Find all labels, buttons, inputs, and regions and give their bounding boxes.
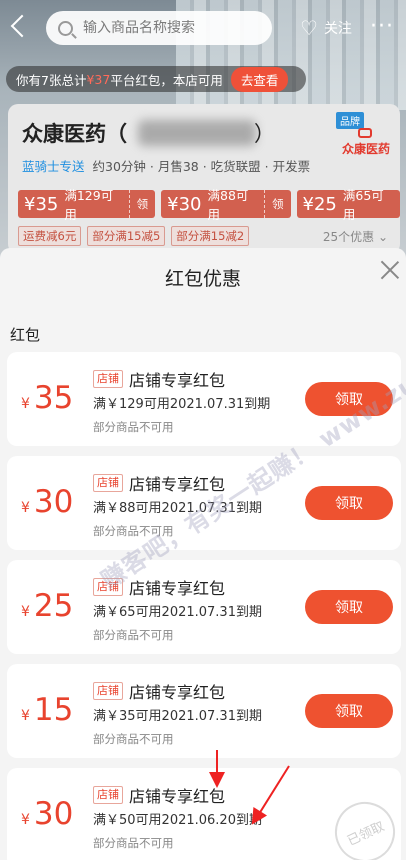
shop-tag: 店铺 (93, 474, 123, 492)
coupon-condition: 满￥129可用2021.07.31到期 (93, 397, 271, 412)
claimed-stamp-text: 已领取 (344, 818, 387, 849)
search-box[interactable] (46, 11, 272, 45)
heart-icon: ♡ (300, 16, 318, 40)
currency-symbol: ¥ (21, 604, 30, 620)
claim-button[interactable]: 领取 (305, 694, 393, 728)
mini-coupon[interactable]: ¥25 满65可用 (296, 188, 400, 222)
arrow-head (209, 772, 225, 788)
view-coupons-button[interactable]: 去查看 (230, 66, 289, 92)
coupon-amount: 30 (33, 484, 74, 520)
promo-tags: 运费减6元 部分满15减5 部分满15减2 (18, 226, 250, 246)
coupon-value: ¥25 (21, 588, 73, 624)
coupon-note: 部分商品不可用 (93, 628, 174, 642)
notice-amount: ¥37 (86, 71, 111, 87)
shop-tag: 店铺 (93, 682, 123, 700)
mini-coupon-take[interactable]: 领 (264, 190, 291, 218)
more-icon[interactable]: ··· (370, 14, 394, 39)
coupon-value: ¥35 (21, 380, 73, 416)
follow-label: 关注 (323, 21, 352, 37)
brand-badge: 品牌 (336, 112, 364, 129)
coupon-condition: 满￥65可用2021.07.31到期 (93, 605, 262, 620)
promo-tag: 部分满15减5 (87, 226, 166, 246)
coupon-name: 店铺专享红包 (129, 371, 226, 390)
section-label: 红包 (10, 326, 41, 344)
coupon-value: ¥30 (21, 484, 73, 520)
store-name: 众康医药（ (22, 122, 127, 146)
mini-coupon[interactable]: ¥30 满88可用 领 (161, 188, 291, 222)
notice-prefix: 你有7张总计 (16, 72, 87, 88)
sheet-title: 红包优惠 (164, 268, 241, 290)
store-name-close: ） (254, 122, 275, 146)
store-meta: 蓝骑士专送 约30分钟 · 月售38 · 吃货联盟 · 开发票 (22, 156, 310, 175)
claim-button[interactable]: 领取 (305, 590, 393, 624)
coupon-name: 店铺专享红包 (129, 579, 226, 598)
claim-button[interactable]: 领取 (305, 486, 393, 520)
back-icon[interactable] (10, 14, 34, 38)
close-icon[interactable] (380, 260, 400, 280)
coupon-value: ¥15 (21, 692, 73, 728)
coupon-name: 店铺专享红包 (129, 683, 226, 702)
search-icon (58, 20, 73, 36)
coupon-amount: 15 (33, 692, 74, 728)
mini-coupon-take[interactable]: 领 (128, 190, 156, 218)
brand-name: 众康医药 (341, 142, 390, 156)
redacted-branch-name (138, 120, 256, 146)
mini-coupon-value: ¥25 (302, 193, 337, 215)
currency-symbol: ¥ (21, 396, 30, 412)
coupon-condition: 满￥35可用2021.07.31到期 (93, 709, 262, 724)
coupon-sheet: 红包优惠 红包 ¥35 店铺 店铺专享红包 满￥129可用2021.07.31到… (0, 248, 406, 860)
mini-coupon-value: ¥35 (24, 193, 59, 215)
coupon-card: ¥25 店铺 店铺专享红包 满￥65可用2021.07.31到期 部分商品不可用… (7, 560, 401, 654)
store-meta-text: 约30分钟 · 月售38 · 吃货联盟 · 开发票 (92, 159, 311, 174)
notice-suffix: 平台红包，本店可用 (110, 72, 223, 88)
coupon-amount: 35 (33, 380, 74, 416)
coupon-value: ¥30 (21, 796, 73, 832)
coupon-amount: 30 (33, 796, 74, 832)
coupon-card-claimed: ¥30 店铺 店铺专享红包 满￥50可用2021.06.20到期 部分商品不可用… (7, 768, 405, 860)
mini-coupon-cond: 满129可用 (64, 188, 114, 222)
currency-symbol: ¥ (21, 812, 30, 828)
store-info-card: 众康医药（ ） 品牌 众康医药 蓝骑士专送 约30分钟 · 月售38 · 吃货联… (8, 104, 400, 254)
coupon-note: 部分商品不可用 (93, 420, 174, 434)
coupon-condition: 满￥50可用2021.06.20到期 (93, 813, 262, 828)
promo-tag: 运费减6元 (18, 226, 82, 246)
brand-mark-icon (358, 128, 372, 138)
coupon-note: 部分商品不可用 (93, 732, 174, 746)
platform-coupon-notice: 你有7张总计 ¥37 平台红包，本店可用 去查看 (6, 66, 306, 92)
arrow-shaft (216, 750, 218, 774)
mini-coupon-value: ¥30 (167, 193, 202, 215)
shop-tag: 店铺 (93, 786, 123, 804)
shop-tag: 店铺 (93, 370, 123, 388)
brand-logo: 品牌 众康医药 (330, 112, 390, 156)
top-bar: ♡ 关注 ··· (0, 0, 406, 56)
store-coupon-row: ¥35 满129可用 领 ¥30 满88可用 领 ¥25 满65可用 (18, 188, 400, 222)
delivery-tag: 蓝骑士专送 (22, 159, 85, 174)
store-header: ♡ 关注 ··· 你有7张总计 ¥37 平台红包，本店可用 去查看 众康医药（ … (0, 0, 406, 262)
search-input[interactable] (83, 20, 243, 36)
currency-symbol: ¥ (21, 500, 30, 516)
promo-count-toggle[interactable]: 25个优惠 ⌄ (323, 228, 388, 245)
claimed-stamp: 已领取 (325, 792, 405, 860)
mini-coupon[interactable]: ¥35 满129可用 领 (18, 188, 156, 222)
follow-button[interactable]: ♡ 关注 (300, 16, 352, 40)
coupon-amount: 25 (33, 588, 74, 624)
mini-coupon-cond: 满65可用 (342, 188, 384, 222)
currency-symbol: ¥ (21, 708, 30, 724)
coupon-card: ¥15 店铺 店铺专享红包 满￥35可用2021.07.31到期 部分商品不可用… (7, 664, 401, 758)
coupon-note: 部分商品不可用 (93, 836, 174, 850)
mini-coupon-cond: 满88可用 (207, 188, 249, 222)
promo-tag: 部分满15减2 (171, 226, 250, 246)
